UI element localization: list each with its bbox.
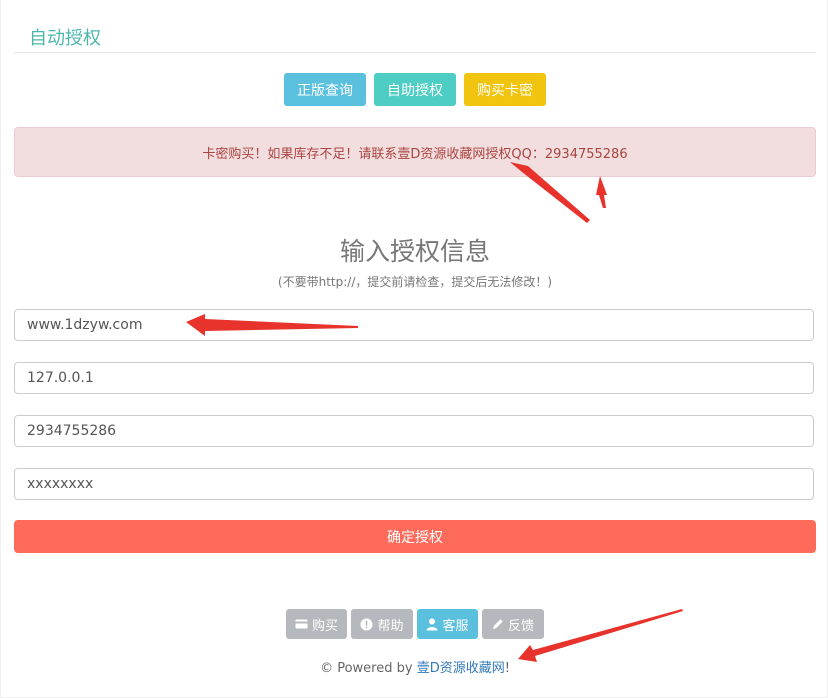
ip-input[interactable]: 127.0.0.1 xyxy=(14,362,814,394)
confirm-auth-button[interactable]: 确定授权 xyxy=(14,520,816,553)
footer-service-label: 客服 xyxy=(442,618,469,634)
powered-brand-link[interactable]: 壹D资源收藏网 xyxy=(417,661,505,676)
exclamation-circle-icon xyxy=(360,618,373,631)
footer-buy-button[interactable]: 购买 xyxy=(286,609,347,639)
powered-prefix: © Powered by xyxy=(320,661,417,676)
stock-alert-text: 卡密购买！如果库存不足！请联系壹D资源收藏网授权QQ：2934755286 xyxy=(202,146,628,162)
domain-input[interactable]: www.1dzyw.com xyxy=(14,309,814,341)
footer-feedback-label: 反馈 xyxy=(507,618,534,634)
genuine-query-button[interactable]: 正版查询 xyxy=(284,73,366,106)
buy-card-button[interactable]: 购买卡密 xyxy=(464,73,546,106)
powered-suffix: ! xyxy=(504,661,510,676)
form-heading: 输入授权信息 xyxy=(339,237,490,266)
footer-help-button[interactable]: 帮助 xyxy=(351,609,413,639)
stock-alert: 卡密购买！如果库存不足！请联系壹D资源收藏网授权QQ：2934755286 xyxy=(14,127,816,177)
title-divider xyxy=(14,52,816,53)
panel-title: 自动授权 xyxy=(29,28,101,49)
user-icon xyxy=(426,618,438,631)
footer-feedback-button[interactable]: 反馈 xyxy=(482,609,544,639)
footer-service-button[interactable]: 客服 xyxy=(417,609,478,639)
powered-by: © Powered by 壹D资源收藏网! xyxy=(14,657,816,676)
card-icon xyxy=(295,619,308,629)
auth-panel: 自动授权 正版查询 自助授权 购买卡密 卡密购买！如果库存不足！请联系壹D资源收… xyxy=(1,0,827,697)
footer-buy-label: 购买 xyxy=(311,618,338,634)
footer-help-label: 帮助 xyxy=(377,618,404,634)
pencil-icon xyxy=(492,618,504,630)
qq-input[interactable]: 2934755286 xyxy=(14,415,814,447)
self-auth-button[interactable]: 自助授权 xyxy=(374,73,456,106)
form-subheading: (不要带http://，提交前请检查，提交后无法修改！) xyxy=(277,275,553,289)
card-code-input[interactable]: xxxxxxxx xyxy=(14,468,814,500)
